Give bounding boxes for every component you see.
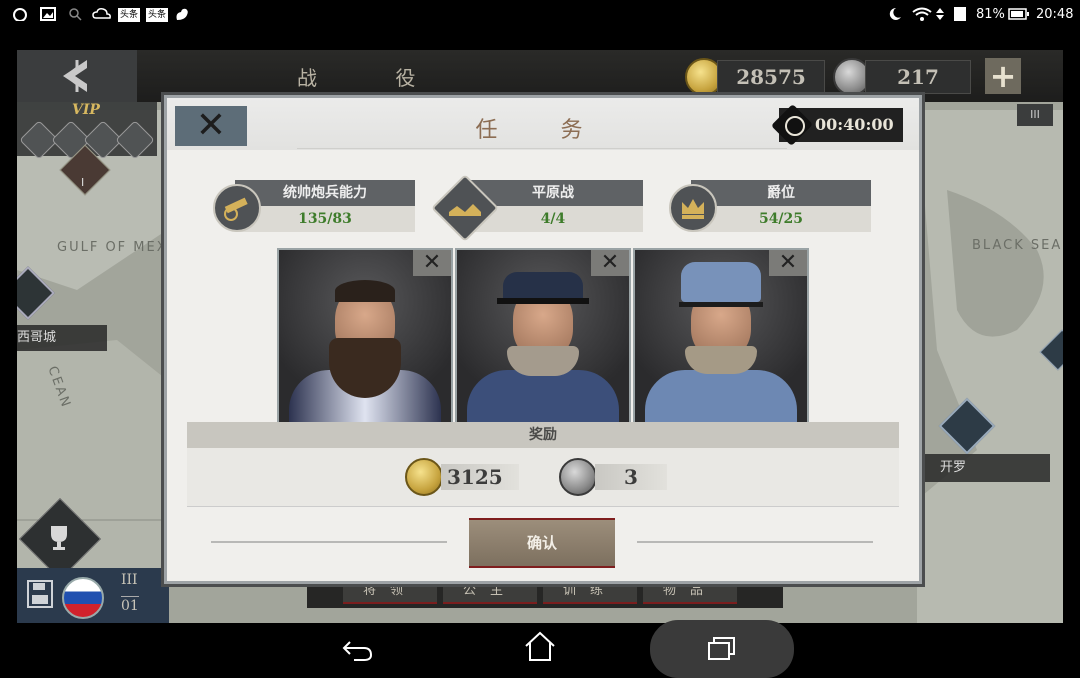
turn-number: 01 [121, 596, 139, 614]
moon-icon [886, 7, 902, 21]
city-label-cairo: 开罗 [920, 454, 1050, 482]
cannon-icon [213, 184, 261, 232]
gallery-icon [40, 7, 56, 21]
remove-general-button[interactable]: ✕ [769, 250, 807, 276]
requirement-rank: 爵位 54/25 [663, 180, 871, 232]
news-app-icon: 头条 [118, 8, 140, 22]
general-portrait-2[interactable]: ✕ [455, 248, 631, 424]
cloud-icon [92, 7, 111, 21]
coin-balance: 28575 [717, 60, 825, 94]
weibo-icon [12, 7, 28, 22]
nation-flag[interactable] [62, 577, 104, 619]
requirement-progress: 54/25 [691, 206, 871, 232]
clock-time: 20:48 [1036, 7, 1074, 22]
sim-icon [952, 7, 968, 21]
requirement-artillery: 统帅炮兵能力 135/83 [207, 180, 415, 232]
cap-brim [679, 302, 763, 307]
remove-general-button[interactable]: ✕ [413, 250, 451, 276]
rewards-title: 奖励 [187, 422, 899, 448]
back-nav-icon[interactable] [340, 632, 376, 664]
requirement-label: 爵位 [691, 180, 871, 206]
general-portrait-3[interactable]: ✕ [633, 248, 809, 424]
region-marker-iii[interactable]: III [1017, 104, 1053, 126]
vip-label: VIP [72, 102, 100, 118]
battery-percent: 81% [976, 7, 1005, 22]
reward-coin-amount: 3125 [441, 464, 519, 490]
army-marker-level: I [81, 176, 85, 189]
reward-coin-icon [405, 458, 443, 496]
turn-era: III [121, 572, 138, 588]
reward-medal-amount: 3 [595, 464, 667, 490]
status-bar: 头条 头条 81% 20:48 [0, 0, 1080, 30]
clock-icon [785, 116, 805, 136]
crown-icon [669, 184, 717, 232]
recent-apps-icon[interactable] [704, 632, 740, 664]
decor-line-left [211, 541, 447, 543]
city-label-mexico: 西哥城 [17, 325, 107, 351]
requirement-progress: 135/83 [235, 206, 415, 232]
search-icon [68, 7, 84, 21]
add-currency-button[interactable]: + [985, 58, 1021, 94]
campaign-title: 战 役 [297, 66, 452, 90]
cap-brim [497, 298, 589, 304]
mission-dialog: ✕ 任 务 00:40:00 统帅炮兵能力 135/83 平原战 4/4 爵位 … [164, 95, 922, 584]
save-icon[interactable] [27, 580, 53, 608]
wifi-icon [912, 7, 932, 21]
black-sea-label: BLACK SEA [972, 238, 1063, 253]
header-divider [297, 148, 787, 149]
requirement-plains: 平原战 4/4 [431, 174, 643, 242]
back-button[interactable] [17, 50, 137, 102]
news-app-icon-2: 头条 [146, 8, 168, 22]
reward-medal-icon [559, 458, 597, 496]
decor-line-right [637, 541, 873, 543]
remove-general-button[interactable]: ✕ [591, 250, 629, 276]
squirrel-icon [174, 7, 190, 21]
requirement-label: 统帅炮兵能力 [235, 180, 415, 206]
home-nav-icon[interactable] [522, 630, 558, 664]
general-portrait-1[interactable]: ✕ [277, 248, 453, 424]
battery-icon [1008, 7, 1030, 21]
medal-balance: 217 [865, 60, 971, 94]
trophy-icon [51, 526, 67, 550]
rewards-area [187, 448, 899, 507]
confirm-button[interactable]: 确认 [469, 518, 615, 568]
data-arrows-icon [935, 7, 951, 21]
